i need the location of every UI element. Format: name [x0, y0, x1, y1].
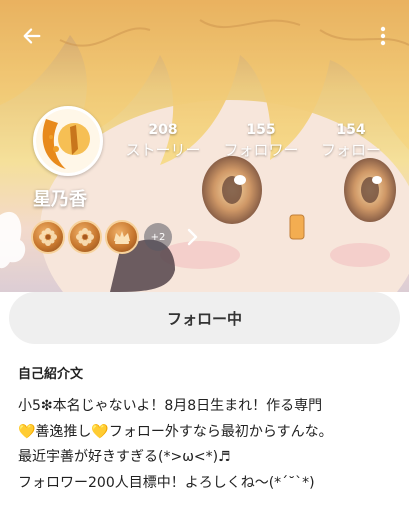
following-count: 154 [336, 122, 366, 138]
flower-badge-icon[interactable] [68, 220, 102, 254]
chevron-right-icon [187, 228, 198, 246]
flower-badge-icon[interactable] [31, 220, 65, 254]
bio-title: 自己紹介文 [18, 367, 84, 382]
profile-cover: 208 ストーリー 155 フォロワー 154 フォロー 星乃香 +2 [0, 0, 409, 292]
username: 星乃香 [33, 189, 87, 210]
arrow-left-icon [23, 28, 41, 44]
more-badges-count[interactable]: +2 [144, 223, 172, 251]
back-button[interactable] [14, 18, 50, 54]
following-button[interactable]: フォロー中 [9, 292, 400, 344]
bio-line: 💛善逸推し💛フォロー外すなら最初からすんな。 [18, 423, 333, 440]
profile-stats: 208 ストーリー 155 フォロワー 154 フォロー [0, 121, 409, 165]
followers-label: フォロワー [223, 141, 299, 159]
followers-count: 155 [246, 122, 276, 138]
following-stat[interactable]: 154 フォロー [316, 121, 386, 161]
bio-line: 小5❇本名じゃないよ！8月8日生まれ！作る専門 [18, 398, 323, 414]
more-vertical-icon [380, 26, 386, 46]
bio-line: 最近宇善が好きすぎる(*>ω<*)♬ [18, 449, 231, 465]
stories-label: ストーリー [125, 141, 201, 159]
crown-badge-graphic [114, 231, 130, 244]
stories-count: 208 [148, 122, 178, 138]
follow-section: フォロー中 [0, 292, 409, 348]
flower-badge-graphic [39, 228, 57, 246]
followers-stat[interactable]: 155 フォロワー [218, 121, 304, 161]
more-options-button[interactable] [371, 18, 395, 54]
badge-list: +2 [31, 219, 204, 255]
bio-line: フォロワー200人目標中！よろしくね〜(*´˘`*) [18, 474, 315, 491]
bio-text: 小5❇本名じゃないよ！8月8日生まれ！作る専門 💛善逸推し💛フォロー外すなら最初… [18, 394, 403, 496]
flower-badge-graphic [76, 228, 94, 246]
crown-badge-icon[interactable] [105, 220, 139, 254]
following-label: フォロー [320, 141, 381, 159]
stories-stat[interactable]: 208 ストーリー [120, 121, 206, 161]
badges-expand-button[interactable] [180, 223, 204, 251]
